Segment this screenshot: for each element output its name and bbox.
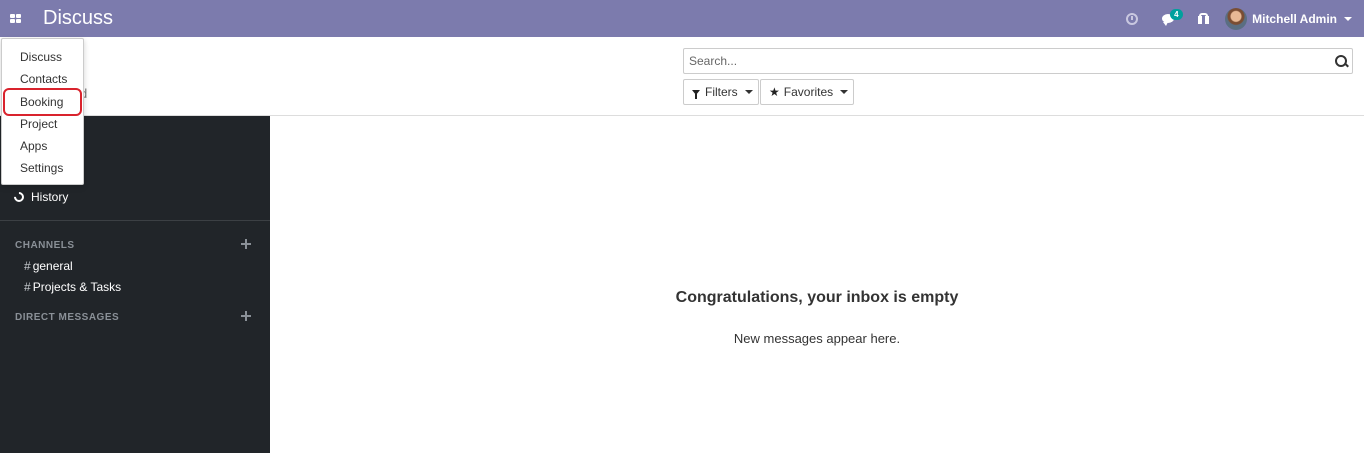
activity-button[interactable] <box>1114 0 1150 37</box>
navbar-systray: 4 Mitchell Admin <box>1114 0 1364 37</box>
menu-item-apps[interactable]: Apps <box>20 139 47 153</box>
gift-icon <box>1198 13 1210 24</box>
history-icon <box>11 189 27 205</box>
messages-count-badge: 4 <box>1170 9 1183 20</box>
sidebar-item-label: History <box>31 190 69 204</box>
channel-label: Projects & Tasks <box>32 280 122 294</box>
hash-icon: # <box>24 259 31 273</box>
message-thread-area: Congratulations, your inbox is empty New… <box>270 116 1364 453</box>
app-brand-title: Discuss <box>43 7 114 29</box>
channels-section-title: CHANNELS <box>15 240 75 251</box>
filters-label: Filters <box>705 85 738 99</box>
avatar <box>1225 7 1248 30</box>
booking-highlight-annotation <box>3 88 82 116</box>
menu-item-contacts[interactable]: Contacts <box>20 72 67 86</box>
sidebar-item-history[interactable]: History <box>11 189 69 205</box>
menu-item-settings[interactable]: Settings <box>20 161 63 175</box>
channel-item-general[interactable]: # general <box>24 259 73 273</box>
apps-menu-toggle[interactable] <box>0 0 30 37</box>
search-icon[interactable] <box>1332 49 1352 73</box>
add-channel-plus-icon[interactable] <box>241 239 251 249</box>
clock-icon <box>1126 12 1139 25</box>
apps-grid-icon <box>9 14 21 23</box>
top-navbar: Discuss 4 Mitchell Admin <box>0 0 1364 37</box>
user-name: Mitchell Admin <box>1252 11 1337 26</box>
gift-button[interactable] <box>1186 0 1221 37</box>
caret-down-icon <box>1344 16 1352 21</box>
caret-down-icon <box>744 90 753 94</box>
search-input[interactable] <box>684 49 1332 73</box>
menu-item-discuss[interactable]: Discuss <box>20 50 62 64</box>
filter-icon <box>692 89 700 99</box>
menu-item-project[interactable]: Project <box>20 117 57 131</box>
favorites-label: Favorites <box>783 85 834 99</box>
channel-item-projects-tasks[interactable]: # Projects & Tasks <box>24 280 121 294</box>
empty-inbox-subtitle: New messages appear here. <box>733 331 901 346</box>
direct-messages-section-title: DIRECT MESSAGES <box>15 312 120 323</box>
messaging-button[interactable]: 4 <box>1150 0 1186 37</box>
control-panel: d Filters ★ Favorites <box>0 37 1364 116</box>
caret-down-icon <box>840 90 849 94</box>
sidebar-divider <box>0 220 270 221</box>
add-direct-message-plus-icon[interactable] <box>241 311 251 321</box>
apps-dropdown-menu: Discuss Contacts Booking Project Apps Se… <box>1 38 84 185</box>
filters-button[interactable]: Filters <box>683 79 759 105</box>
star-icon: ★ <box>769 85 780 99</box>
channel-label: general <box>32 259 73 273</box>
user-menu-toggle[interactable]: Mitchell Admin <box>1221 0 1364 37</box>
favorites-button[interactable]: ★ Favorites <box>760 79 854 105</box>
search-box <box>683 48 1353 74</box>
empty-inbox-title: Congratulations, your inbox is empty <box>675 289 959 306</box>
hash-icon: # <box>24 280 31 294</box>
